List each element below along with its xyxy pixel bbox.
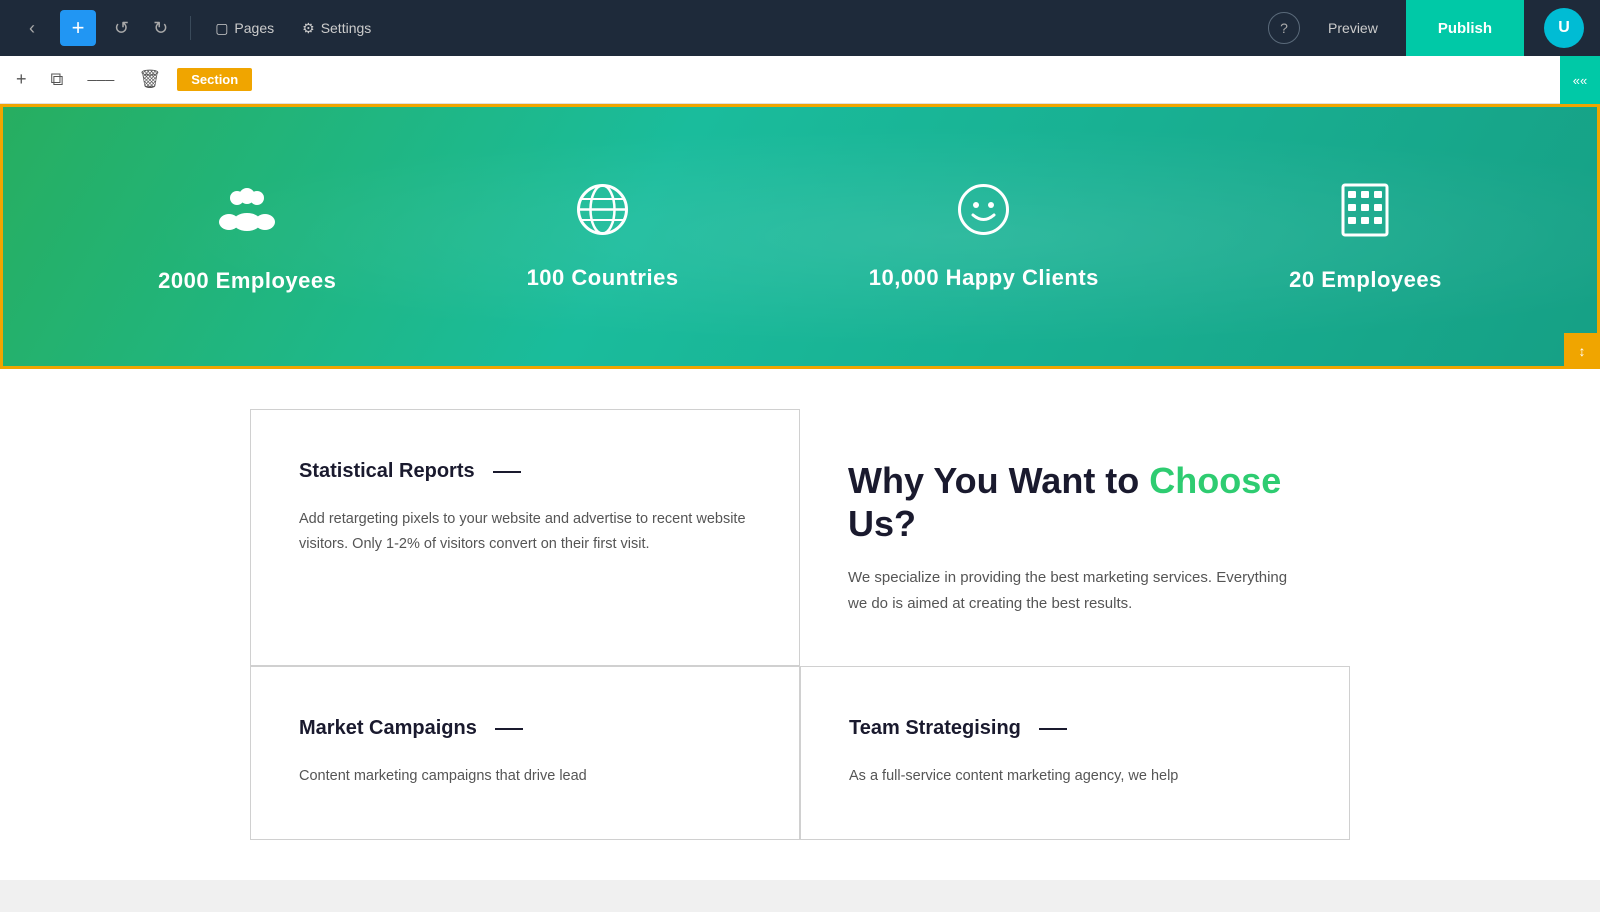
why-choose-title: Why You Want to Choose Us? bbox=[848, 459, 1302, 545]
top-nav: ‹ + ↺ ↻ ▢ Pages ⚙ Settings ? Preview Pub… bbox=[0, 0, 1600, 56]
why-choose-section: Why You Want to Choose Us? We specialize… bbox=[800, 409, 1350, 666]
publish-button[interactable]: Publish bbox=[1406, 0, 1524, 56]
undo-button[interactable]: ↺ bbox=[108, 14, 135, 43]
stat-item-countries: 100 Countries bbox=[527, 182, 679, 291]
plus-icon: + bbox=[72, 15, 85, 41]
pages-button[interactable]: ▢ Pages bbox=[207, 16, 282, 41]
avatar-initial: U bbox=[1558, 19, 1570, 37]
help-button[interactable]: ? bbox=[1268, 12, 1300, 44]
content-grid: Statistical Reports Add retargeting pixe… bbox=[250, 409, 1350, 840]
help-icon: ? bbox=[1280, 20, 1288, 36]
bottom-arrow-handle[interactable]: ↕ bbox=[1564, 333, 1600, 369]
statistical-reports-title: Statistical Reports bbox=[299, 460, 751, 483]
preview-button[interactable]: Preview bbox=[1312, 12, 1394, 44]
market-campaigns-title: Market Campaigns bbox=[299, 717, 751, 740]
settings-label: Settings bbox=[321, 20, 372, 36]
avatar[interactable]: U bbox=[1544, 8, 1584, 48]
stat-label-clients: 10,000 Happy Clients bbox=[869, 265, 1099, 291]
right-collapse-handle[interactable]: «« bbox=[1560, 56, 1600, 104]
pages-icon: ▢ bbox=[215, 20, 228, 37]
stats-section-wrapper: 2000 Employees 100 Countries bbox=[0, 104, 1600, 369]
duplicate-button[interactable]: ⧉ bbox=[43, 63, 72, 96]
settings-button[interactable]: ⚙ Settings bbox=[294, 16, 379, 41]
section-label: Section bbox=[177, 68, 252, 91]
team-strategising-card: Team Strategising As a full-service cont… bbox=[800, 666, 1350, 840]
why-title-part1: Why You Want to bbox=[848, 460, 1149, 501]
settings-section-icon: ⎯⎯⎯ bbox=[87, 69, 114, 90]
building-icon bbox=[1339, 181, 1391, 247]
stat-item-offices: 20 Employees bbox=[1289, 181, 1442, 293]
settings-icon: ⚙ bbox=[302, 20, 315, 37]
smiley-icon bbox=[956, 182, 1011, 245]
main-content: Statistical Reports Add retargeting pixe… bbox=[0, 369, 1600, 880]
title-dash-2 bbox=[495, 728, 523, 730]
settings-section-button[interactable]: ⎯⎯⎯ bbox=[79, 63, 122, 96]
stat-label-employees: 2000 Employees bbox=[158, 268, 336, 294]
section-toolbar: + ⧉ ⎯⎯⎯ 🗑 Section «« bbox=[0, 56, 1600, 104]
stat-label-offices: 20 Employees bbox=[1289, 267, 1442, 293]
duplicate-icon: ⧉ bbox=[51, 69, 64, 90]
stat-label-countries: 100 Countries bbox=[527, 265, 679, 291]
collapse-icon: «« bbox=[1573, 73, 1587, 88]
stats-content: 2000 Employees 100 Countries bbox=[3, 107, 1597, 366]
why-title-highlight: Choose bbox=[1149, 460, 1281, 501]
team-strategising-text: As a full-service content marketing agen… bbox=[849, 764, 1301, 789]
title-dash bbox=[493, 471, 521, 473]
employees-icon bbox=[217, 180, 277, 248]
why-title-part2: Us? bbox=[848, 503, 916, 544]
team-strategising-title: Team Strategising bbox=[849, 717, 1301, 740]
market-campaigns-card: Market Campaigns Content marketing campa… bbox=[250, 666, 800, 840]
back-button[interactable]: ‹ bbox=[16, 12, 48, 44]
nav-divider bbox=[190, 16, 191, 40]
arrow-up-down-icon: ↕ bbox=[1579, 343, 1586, 359]
title-dash-3 bbox=[1039, 728, 1067, 730]
preview-label: Preview bbox=[1328, 20, 1378, 36]
add-section-button[interactable]: + bbox=[8, 63, 35, 96]
delete-section-button[interactable]: 🗑 bbox=[130, 63, 169, 96]
market-campaigns-text: Content marketing campaigns that drive l… bbox=[299, 764, 751, 789]
trash-icon: 🗑 bbox=[138, 69, 161, 90]
stat-item-employees: 2000 Employees bbox=[158, 180, 336, 294]
why-choose-text: We specialize in providing the best mark… bbox=[848, 565, 1302, 616]
stats-section: 2000 Employees 100 Countries bbox=[0, 104, 1600, 369]
statistical-reports-card: Statistical Reports Add retargeting pixe… bbox=[250, 409, 800, 666]
globe-icon bbox=[575, 182, 630, 245]
add-icon: + bbox=[16, 69, 27, 90]
publish-label: Publish bbox=[1438, 20, 1492, 37]
statistical-reports-text: Add retargeting pixels to your website a… bbox=[299, 507, 751, 556]
add-element-button[interactable]: + bbox=[60, 10, 96, 46]
pages-label: Pages bbox=[234, 20, 274, 36]
redo-button[interactable]: ↻ bbox=[147, 14, 174, 43]
stat-item-clients: 10,000 Happy Clients bbox=[869, 182, 1099, 291]
